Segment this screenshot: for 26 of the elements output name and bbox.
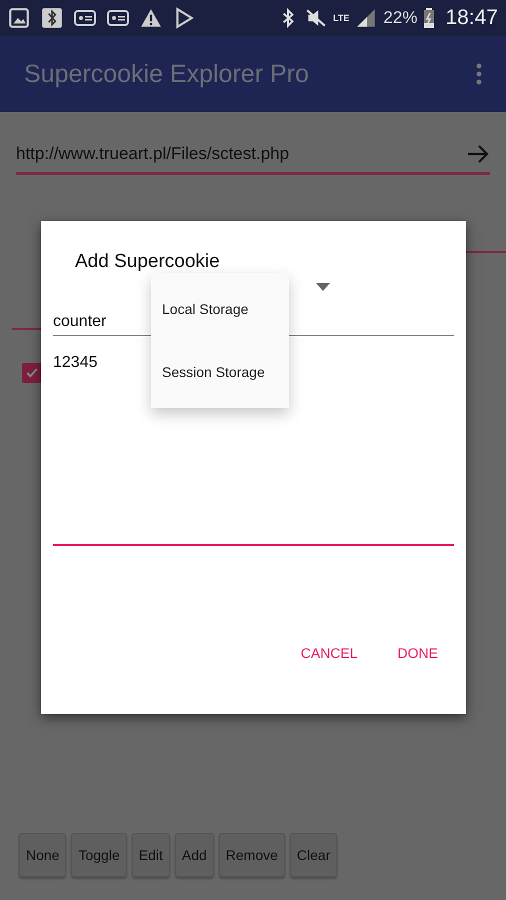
dialog-title: Add Supercookie [74, 251, 221, 273]
signal-icon [355, 7, 378, 29]
url-field[interactable]: http://www.trueart.pl/Files/sctest.php [16, 144, 466, 164]
battery-icon [423, 8, 436, 28]
app-title: Supercookie Explorer Pro [24, 60, 309, 88]
menu-item[interactable]: Session Storage [151, 364, 289, 380]
mute-icon [305, 7, 328, 29]
dialog-button[interactable]: DONE [392, 641, 444, 665]
dialog-button[interactable]: CANCEL [294, 641, 364, 665]
action-button[interactable]: Clear [290, 833, 338, 877]
action-button[interactable]: Edit [132, 833, 170, 877]
network-type: LTE [333, 13, 350, 23]
checkbox[interactable] [22, 363, 42, 383]
bluetooth-icon [41, 7, 63, 29]
action-button[interactable]: Remove [218, 833, 285, 877]
image-icon [8, 7, 30, 29]
more-options-icon[interactable] [476, 62, 482, 86]
warning-icon [140, 7, 162, 29]
dropdown-arrow-icon[interactable] [316, 283, 330, 291]
action-button[interactable]: Toggle [71, 833, 127, 877]
action-button[interactable]: None [19, 833, 66, 877]
battery-percent: 22% [383, 8, 418, 28]
clock: 18:47 [445, 6, 498, 30]
card-icon [107, 7, 129, 29]
action-button[interactable]: Add [174, 833, 214, 877]
card-icon [74, 7, 96, 29]
